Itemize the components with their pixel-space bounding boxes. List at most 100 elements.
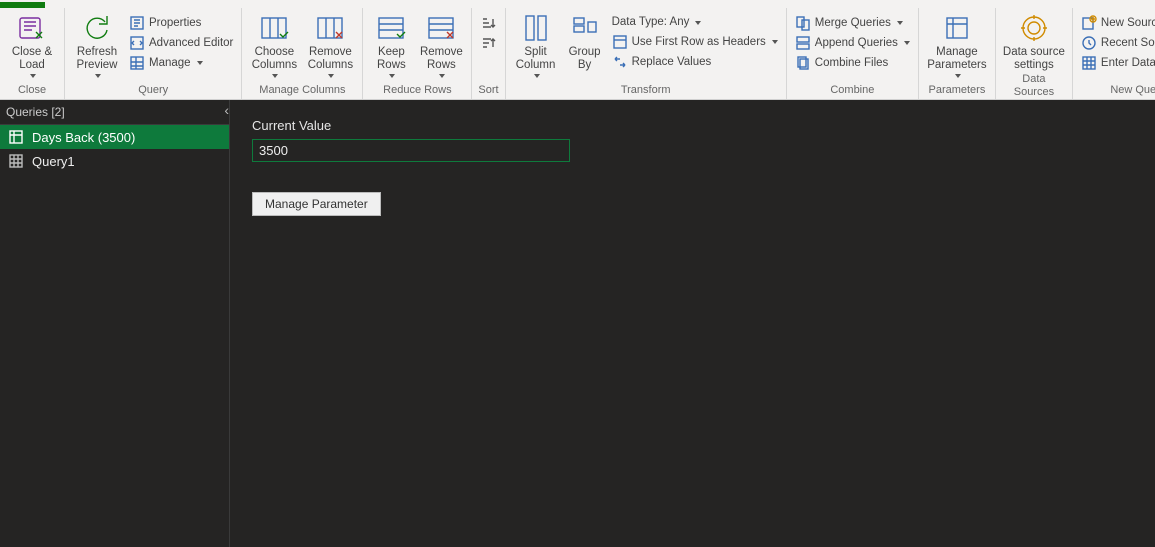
group-combine: Merge Queries Append Queries Combine Fil…: [787, 8, 919, 99]
split-column-label: SplitColumn: [516, 46, 556, 72]
combine-files-icon: [795, 55, 811, 71]
use-first-row-button[interactable]: Use First Row as Headers: [610, 33, 780, 51]
choose-columns-icon: [258, 12, 290, 44]
recent-sources-icon: [1081, 35, 1097, 51]
parameter-detail-pane: Current Value Manage Parameter: [230, 100, 1155, 547]
group-label-manage-columns: Manage Columns: [248, 83, 356, 99]
remove-rows-icon: [425, 12, 457, 44]
group-reduce-rows: KeepRows RemoveRows Reduce Rows: [363, 8, 472, 99]
enter-data-label: Enter Data: [1101, 56, 1155, 71]
replace-values-button[interactable]: Replace Values: [610, 53, 780, 71]
workspace: Queries [2] ‹ Days Back (3500) Query1 Cu…: [0, 100, 1155, 547]
chevron-down-icon: [30, 74, 36, 78]
sort-desc-button[interactable]: [478, 34, 498, 52]
remove-columns-button[interactable]: RemoveColumns: [304, 10, 356, 78]
recent-sources-label: Recent Sources: [1101, 36, 1155, 51]
new-source-label: New Source: [1101, 16, 1155, 31]
chevron-down-icon: [897, 21, 903, 25]
query-item-days-back[interactable]: Days Back (3500): [0, 125, 229, 149]
properties-icon: [129, 15, 145, 31]
manage-query-button[interactable]: Manage: [127, 54, 235, 72]
sort-desc-icon: [480, 35, 496, 51]
group-transform: SplitColumn GroupBy Data Type: Any Use F…: [506, 8, 787, 99]
remove-rows-button[interactable]: RemoveRows: [417, 10, 465, 78]
new-source-icon: [1081, 15, 1097, 31]
close-load-label: Close &Load: [12, 46, 52, 72]
manage-parameter-button[interactable]: Manage Parameter: [252, 192, 381, 216]
chevron-down-icon: [389, 74, 395, 78]
remove-columns-icon: [314, 12, 346, 44]
group-label-reduce-rows: Reduce Rows: [369, 83, 465, 99]
advanced-editor-label: Advanced Editor: [149, 36, 233, 51]
combine-files-button[interactable]: Combine Files: [793, 54, 912, 72]
keep-rows-label: KeepRows: [377, 46, 406, 72]
refresh-preview-button[interactable]: RefreshPreview: [71, 10, 123, 78]
current-value-label: Current Value: [252, 118, 1133, 133]
group-manage-columns: ChooseColumns RemoveColumns Manage Colum…: [242, 8, 363, 99]
properties-label: Properties: [149, 16, 201, 31]
chevron-down-icon: [695, 21, 701, 25]
queries-pane: Queries [2] ‹ Days Back (3500) Query1: [0, 100, 230, 547]
split-column-icon: [520, 12, 552, 44]
properties-button[interactable]: Properties: [127, 14, 235, 32]
group-sort: Sort: [472, 8, 505, 99]
chevron-down-icon: [272, 74, 278, 78]
chevron-down-icon: [439, 74, 445, 78]
close-load-icon: [16, 12, 48, 44]
replace-values-label: Replace Values: [632, 55, 712, 70]
combine-files-label: Combine Files: [815, 56, 889, 71]
data-type-button[interactable]: Data Type: Any: [610, 14, 780, 31]
manage-parameters-label: ManageParameters: [927, 46, 986, 72]
group-label-close: Close: [6, 83, 58, 99]
enter-data-button[interactable]: Enter Data: [1079, 54, 1155, 72]
chevron-down-icon: [328, 74, 334, 78]
advanced-editor-icon: [129, 35, 145, 51]
data-source-settings-button[interactable]: Data sourcesettings: [1002, 10, 1066, 72]
merge-queries-label: Merge Queries: [815, 16, 891, 31]
query-item-label: Query1: [32, 154, 75, 169]
parameter-icon: [8, 129, 24, 145]
keep-rows-icon: [375, 12, 407, 44]
group-by-button[interactable]: GroupBy: [564, 10, 606, 72]
current-value-input[interactable]: [252, 139, 570, 162]
group-label-query: Query: [71, 83, 235, 99]
collapse-pane-icon[interactable]: ‹: [224, 102, 229, 118]
append-queries-button[interactable]: Append Queries: [793, 34, 912, 52]
enter-data-icon: [1081, 55, 1097, 71]
group-label-data-sources: Data Sources: [1002, 72, 1066, 101]
first-row-headers-icon: [612, 34, 628, 50]
recent-sources-button[interactable]: Recent Sources: [1079, 34, 1155, 52]
choose-columns-label: ChooseColumns: [252, 46, 297, 72]
query-item-label: Days Back (3500): [32, 130, 135, 145]
group-new-query: New Source Recent Sources Enter Data New…: [1073, 8, 1155, 99]
sort-asc-button[interactable]: [478, 14, 498, 32]
group-close: Close &Load Close: [0, 8, 65, 99]
append-icon: [795, 35, 811, 51]
sort-asc-icon: [480, 15, 496, 31]
close-and-load-button[interactable]: Close &Load: [6, 10, 58, 78]
merge-queries-button[interactable]: Merge Queries: [793, 14, 912, 32]
keep-rows-button[interactable]: KeepRows: [369, 10, 413, 78]
parameters-icon: [941, 12, 973, 44]
advanced-editor-button[interactable]: Advanced Editor: [127, 34, 235, 52]
data-source-settings-label: Data sourcesettings: [1003, 46, 1065, 72]
use-first-row-label: Use First Row as Headers: [632, 35, 766, 50]
group-label-transform: Transform: [512, 83, 780, 99]
group-label-new-query: New Query: [1079, 83, 1155, 99]
queries-header-label: Queries [2]: [6, 105, 65, 119]
split-column-button[interactable]: SplitColumn: [512, 10, 560, 78]
choose-columns-button[interactable]: ChooseColumns: [248, 10, 300, 78]
group-label-parameters: Parameters: [925, 83, 989, 99]
remove-columns-label: RemoveColumns: [308, 46, 353, 72]
group-by-icon: [569, 12, 601, 44]
refresh-icon: [81, 12, 113, 44]
manage-parameters-button[interactable]: ManageParameters: [925, 10, 989, 78]
chevron-down-icon: [95, 74, 101, 78]
replace-values-icon: [612, 54, 628, 70]
query-item-query1[interactable]: Query1: [0, 149, 229, 173]
ribbon-tab-strip: [0, 0, 1155, 8]
new-source-button[interactable]: New Source: [1079, 14, 1155, 32]
chevron-down-icon: [772, 40, 778, 44]
merge-icon: [795, 15, 811, 31]
group-parameters: ManageParameters Parameters: [919, 8, 996, 99]
